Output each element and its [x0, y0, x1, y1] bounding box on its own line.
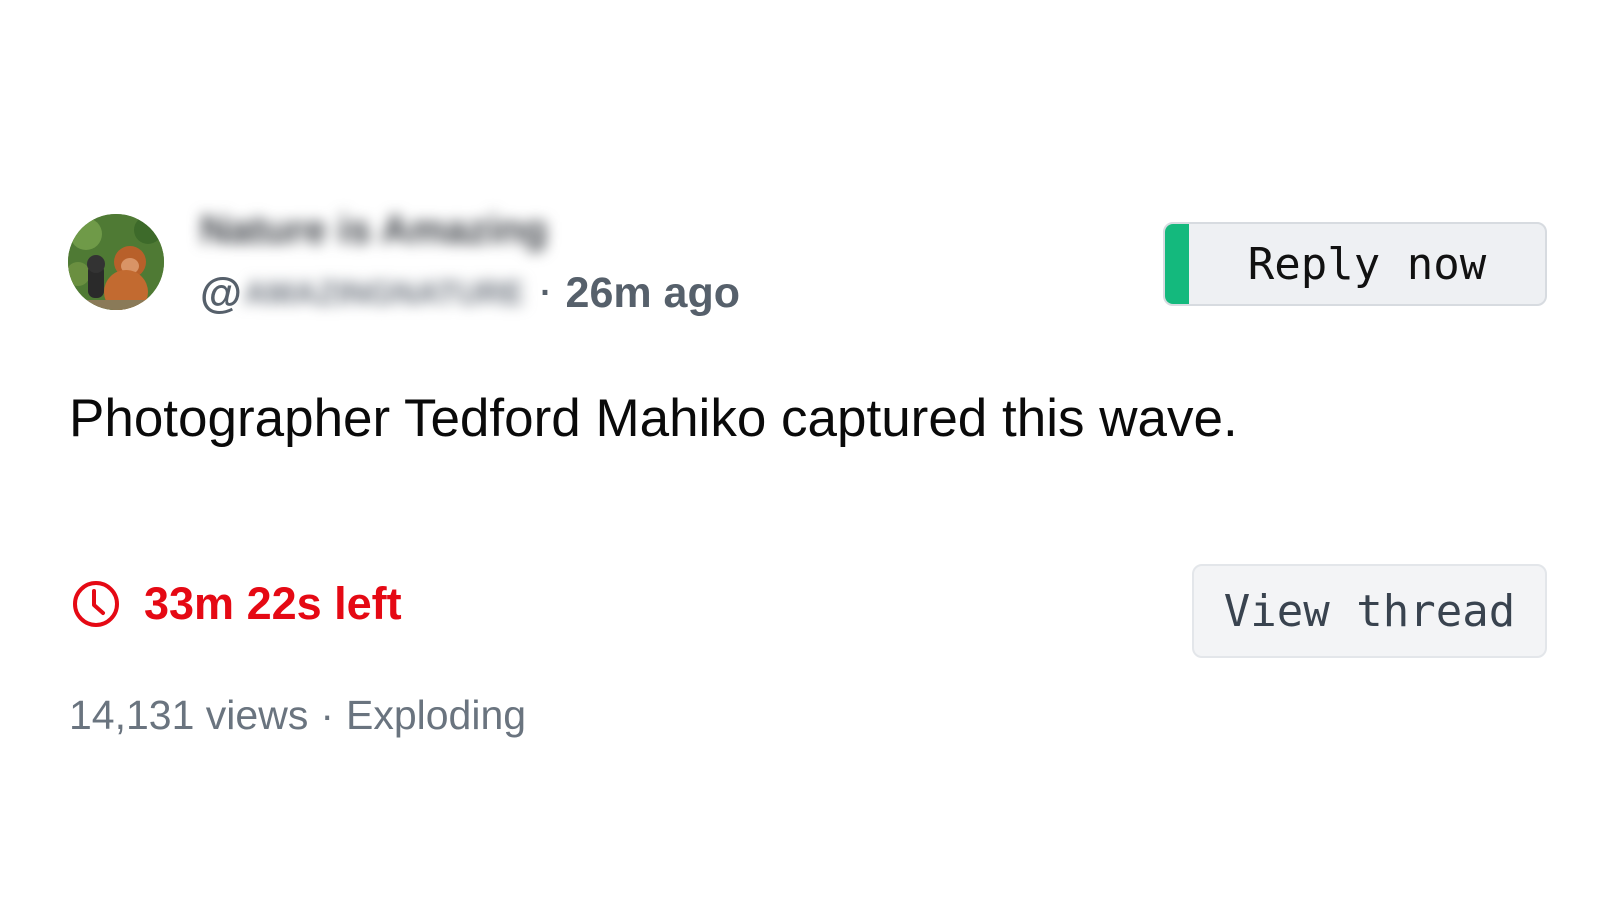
stats-separator: · [320, 692, 334, 738]
author-display-name[interactable]: Nature is Amazing [200, 208, 547, 253]
view-count: 14,131 views [69, 692, 309, 738]
avatar-image [68, 214, 164, 310]
avatar[interactable] [68, 214, 164, 310]
post-body: Photographer Tedford Mahiko captured thi… [69, 389, 1238, 448]
author-handle[interactable]: AMAZINGNATURE [244, 275, 524, 312]
time-left-label: 33m 22s left [144, 578, 402, 629]
reply-now-label: Reply now [1247, 238, 1487, 290]
countdown-timer: 33m 22s left [72, 578, 402, 630]
reply-now-button[interactable]: Reply now [1163, 222, 1547, 306]
reply-accent-bar [1165, 224, 1189, 304]
post-stats: 14,131 views · Exploding [69, 692, 526, 739]
author-meta: @ AMAZINGNATURE · 26m ago [200, 268, 740, 318]
post-timestamp: 26m ago [565, 268, 740, 317]
handle-prefix: @ [200, 268, 242, 317]
clock-icon [73, 581, 119, 627]
separator-dot: · [540, 273, 552, 312]
view-thread-button[interactable]: View thread [1192, 564, 1547, 658]
trend-status: Exploding [345, 692, 527, 738]
post-card: Nature is Amazing @ AMAZINGNATURE · 26m … [0, 0, 1600, 900]
